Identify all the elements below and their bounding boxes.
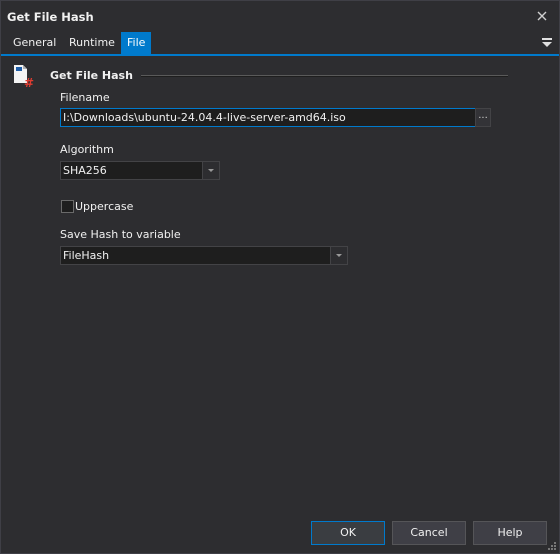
tab-strip: General Runtime File	[1, 32, 559, 56]
dialog-window: Get File Hash General Runtime File # Get…	[0, 0, 560, 554]
cancel-button[interactable]: Cancel	[392, 521, 466, 545]
filename-value: I:\Downloads\ubuntu-24.04.4-live-server-…	[63, 111, 346, 124]
help-button[interactable]: Help	[473, 521, 547, 545]
algorithm-select[interactable]: SHA256	[60, 161, 220, 180]
algorithm-value: SHA256	[63, 164, 107, 177]
browse-button[interactable]: ...	[475, 108, 491, 127]
filename-label: Filename	[60, 91, 110, 104]
tab-file[interactable]: File	[121, 32, 152, 54]
uppercase-label[interactable]: Uppercase	[75, 200, 133, 213]
save-hash-label: Save Hash to variable	[60, 228, 181, 241]
close-icon	[537, 11, 547, 21]
file-hash-icon: #	[12, 63, 38, 90]
save-hash-value: FileHash	[63, 249, 110, 262]
algorithm-label: Algorithm	[60, 143, 114, 156]
tab-general[interactable]: General	[7, 32, 62, 54]
section-divider	[141, 75, 508, 77]
chevron-down-icon[interactable]	[202, 162, 219, 179]
window-title: Get File Hash	[7, 10, 94, 24]
title-bar: Get File Hash	[1, 1, 559, 32]
section-title: Get File Hash	[50, 69, 133, 82]
tab-runtime[interactable]: Runtime	[63, 32, 121, 54]
close-button[interactable]	[533, 7, 551, 25]
resize-grip-icon[interactable]	[547, 541, 557, 551]
filename-input[interactable]: I:\Downloads\ubuntu-24.04.4-live-server-…	[60, 108, 477, 127]
ok-button[interactable]: OK	[311, 521, 385, 545]
tab-menu-button[interactable]	[541, 36, 553, 48]
svg-text:#: #	[24, 76, 34, 89]
uppercase-checkbox[interactable]	[61, 200, 74, 213]
save-hash-select[interactable]: FileHash	[60, 246, 348, 265]
dropdown-menu-icon	[542, 38, 552, 47]
chevron-down-icon[interactable]	[330, 247, 347, 264]
